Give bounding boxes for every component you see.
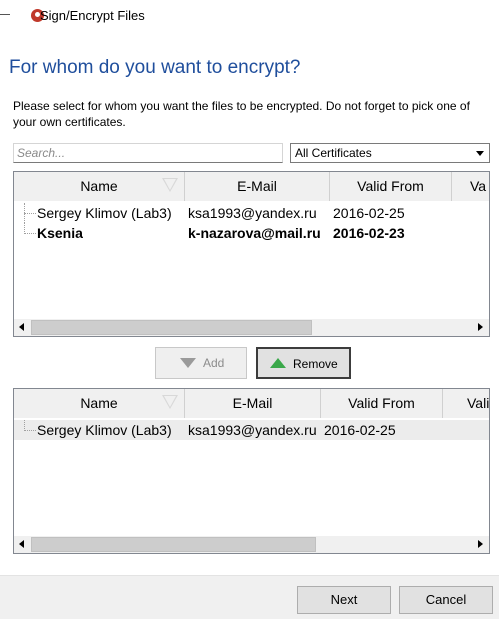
horizontal-scrollbar[interactable] xyxy=(14,536,489,553)
cert-email: k-nazarova@mail.ru xyxy=(188,225,321,241)
system-menu-dash xyxy=(0,14,10,15)
column-header-name[interactable]: Name xyxy=(14,389,185,418)
selected-list-header: Name E-Mail Valid From Vali xyxy=(14,389,489,418)
add-button-label: Add xyxy=(203,356,225,370)
column-header-email[interactable]: E-Mail xyxy=(185,172,330,201)
title-bar: Sign/Encrypt Files xyxy=(0,0,499,34)
column-header-label: Va xyxy=(470,178,487,194)
cert-valid-from: 2016-02-25 xyxy=(333,205,405,221)
certificate-filter-value: All Certificates xyxy=(295,146,372,160)
column-header-valid-until[interactable]: Va xyxy=(452,172,489,201)
remove-button-label: Remove xyxy=(293,357,338,371)
cancel-button[interactable]: Cancel xyxy=(399,586,493,614)
column-header-label: Name xyxy=(80,395,118,411)
search-input[interactable] xyxy=(13,143,283,163)
column-header-email[interactable]: E-Mail xyxy=(185,389,321,418)
dialog-footer: Next Cancel xyxy=(0,575,499,619)
sort-indicator-icon xyxy=(162,178,178,192)
available-certificates-list[interactable]: Name E-Mail Valid From Va Sergey Klimov … xyxy=(13,171,490,337)
column-header-label: E-Mail xyxy=(232,395,273,411)
scroll-right-icon[interactable] xyxy=(472,319,489,336)
window-title: Sign/Encrypt Files xyxy=(40,8,145,23)
chevron-down-icon[interactable] xyxy=(472,145,488,161)
add-button[interactable]: Add xyxy=(155,347,247,379)
column-header-label: E-Mail xyxy=(237,178,277,194)
cert-name: Ksenia xyxy=(37,225,83,241)
certificate-filter-select[interactable]: All Certificates xyxy=(290,143,490,163)
cert-email: ksa1993@yandex.ru xyxy=(188,205,317,221)
horizontal-scrollbar[interactable] xyxy=(14,319,489,336)
column-header-name[interactable]: Name xyxy=(14,172,185,201)
column-header-valid-from[interactable]: Valid From xyxy=(321,389,443,418)
cert-name: Sergey Klimov (Lab3) xyxy=(37,422,172,438)
scrollbar-thumb[interactable] xyxy=(31,537,316,552)
sort-indicator-icon xyxy=(162,395,178,409)
table-row[interactable]: Sergey Klimov (Lab3) ksa1993@yandex.ru 2… xyxy=(14,420,489,440)
next-button[interactable]: Next xyxy=(297,586,391,614)
scroll-left-icon[interactable] xyxy=(14,536,31,553)
available-list-header: Name E-Mail Valid From Va xyxy=(14,172,489,201)
arrow-up-icon xyxy=(270,358,286,368)
cert-valid-from: 2016-02-25 xyxy=(324,422,396,438)
tree-connector xyxy=(24,203,38,223)
scrollbar-thumb[interactable] xyxy=(31,320,312,335)
scroll-left-icon[interactable] xyxy=(14,319,31,336)
instructions-text: Please select for whom you want the file… xyxy=(13,99,470,129)
column-header-valid-until[interactable]: Vali xyxy=(443,389,490,418)
tree-connector xyxy=(24,223,38,243)
arrow-down-icon xyxy=(180,358,196,368)
cert-name: Sergey Klimov (Lab3) xyxy=(37,205,172,221)
column-header-label: Valid From xyxy=(348,395,415,411)
column-header-label: Vali xyxy=(467,395,490,411)
column-header-label: Name xyxy=(80,178,118,194)
selected-recipients-list[interactable]: Name E-Mail Valid From Vali Sergey Klimo… xyxy=(13,388,490,554)
page-heading: For whom do you want to encrypt? xyxy=(9,57,301,78)
cert-valid-from: 2016-02-23 xyxy=(333,225,405,241)
table-row[interactable]: Sergey Klimov (Lab3) ksa1993@yandex.ru 2… xyxy=(14,203,489,223)
remove-button[interactable]: Remove xyxy=(256,347,351,379)
scroll-right-icon[interactable] xyxy=(472,536,489,553)
tree-connector xyxy=(24,420,38,440)
table-row[interactable]: Ksenia k-nazarova@mail.ru 2016-02-23 xyxy=(14,223,489,243)
cert-email: ksa1993@yandex.ru xyxy=(188,422,317,438)
column-header-valid-from[interactable]: Valid From xyxy=(330,172,452,201)
column-header-label: Valid From xyxy=(357,178,424,194)
